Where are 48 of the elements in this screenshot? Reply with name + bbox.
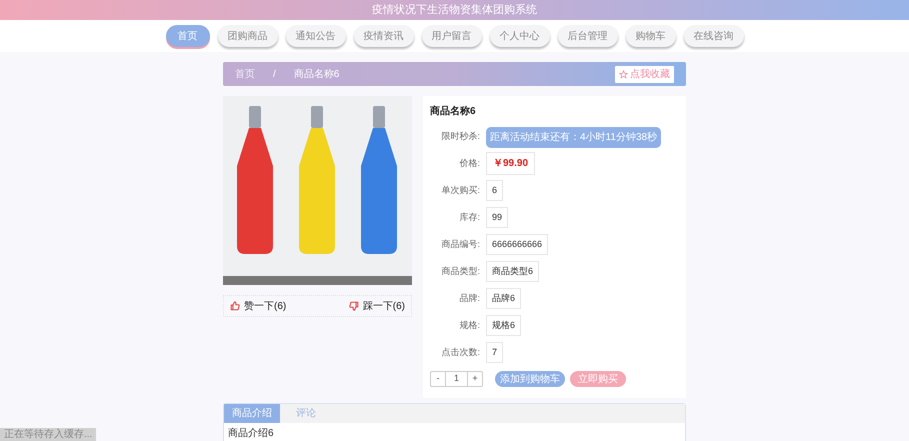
field-label: 库存:	[458, 210, 481, 224]
star-icon	[619, 70, 628, 78]
field-value: 99	[486, 207, 508, 228]
nav-tab[interactable]: 首页	[166, 25, 210, 47]
detail-text: 商品介绍6	[227, 426, 275, 441]
minus-button[interactable]: -	[431, 372, 446, 386]
field-label: 品牌:	[458, 292, 481, 305]
nav-tab[interactable]: 在线咨询	[684, 25, 744, 47]
detail-tab[interactable]: 商品介绍	[224, 404, 280, 423]
quantity-value: 1	[452, 372, 460, 386]
field-label: 限时秒杀:	[440, 130, 481, 144]
nav-tab[interactable]: 后台管理	[558, 25, 618, 47]
detail-tab[interactable]: 评论	[280, 404, 332, 423]
nav-tab[interactable]: 疫情资讯	[354, 25, 414, 47]
nav-tab[interactable]: 用户留言	[422, 25, 482, 47]
countdown-badge: 距离活动结束还有：4小时11分钟38秒	[486, 126, 662, 148]
field-value: 规格6	[486, 315, 522, 336]
field-label: 点击次数:	[440, 346, 481, 359]
like-button[interactable]: 赞一下(6)	[230, 298, 286, 314]
product-name: 商品名称6	[430, 104, 477, 119]
breadcrumb-link[interactable]: 首页	[235, 66, 255, 82]
field-value: 6	[486, 180, 504, 201]
nav-tab[interactable]: 团购商品	[218, 25, 278, 47]
nav-tab[interactable]: 购物车	[626, 25, 676, 47]
thumbs-down-icon	[348, 301, 359, 311]
nav-tab[interactable]: 通知公告	[286, 25, 346, 47]
favorite-button[interactable]: 点我收藏	[615, 66, 674, 82]
field-label: 单次购买:	[440, 184, 481, 197]
field-label: 商品类型:	[440, 264, 481, 278]
field-value: 品牌6	[486, 288, 522, 309]
field-value: 7	[486, 342, 504, 363]
field-label: 价格:	[458, 156, 481, 170]
breadcrumb-current: 商品名称6	[294, 68, 340, 82]
add-to-cart-button[interactable]: 添加到购物车	[495, 371, 565, 387]
field-label: 规格:	[458, 318, 481, 332]
field-label: 商品编号:	[440, 238, 481, 251]
field-value: 6666666666	[486, 234, 548, 255]
dislike-button[interactable]: 踩一下(6)	[348, 298, 405, 314]
price-value: ￥99.90	[486, 152, 536, 175]
site-title: 疫情状况下生活物资集体团购系统	[372, 4, 537, 16]
buy-now-button[interactable]: 立即购买	[570, 371, 626, 387]
breadcrumb-separator: /	[273, 68, 276, 82]
nav-tab[interactable]: 个人中心	[490, 25, 550, 47]
plus-button[interactable]: +	[467, 372, 482, 386]
field-value: 商品类型6	[486, 261, 540, 282]
thumbs-up-icon	[230, 301, 240, 311]
quantity-stepper[interactable]: - 1 +	[430, 371, 483, 387]
browser-status-bubble: 正在等待存入缓存...	[0, 428, 96, 441]
